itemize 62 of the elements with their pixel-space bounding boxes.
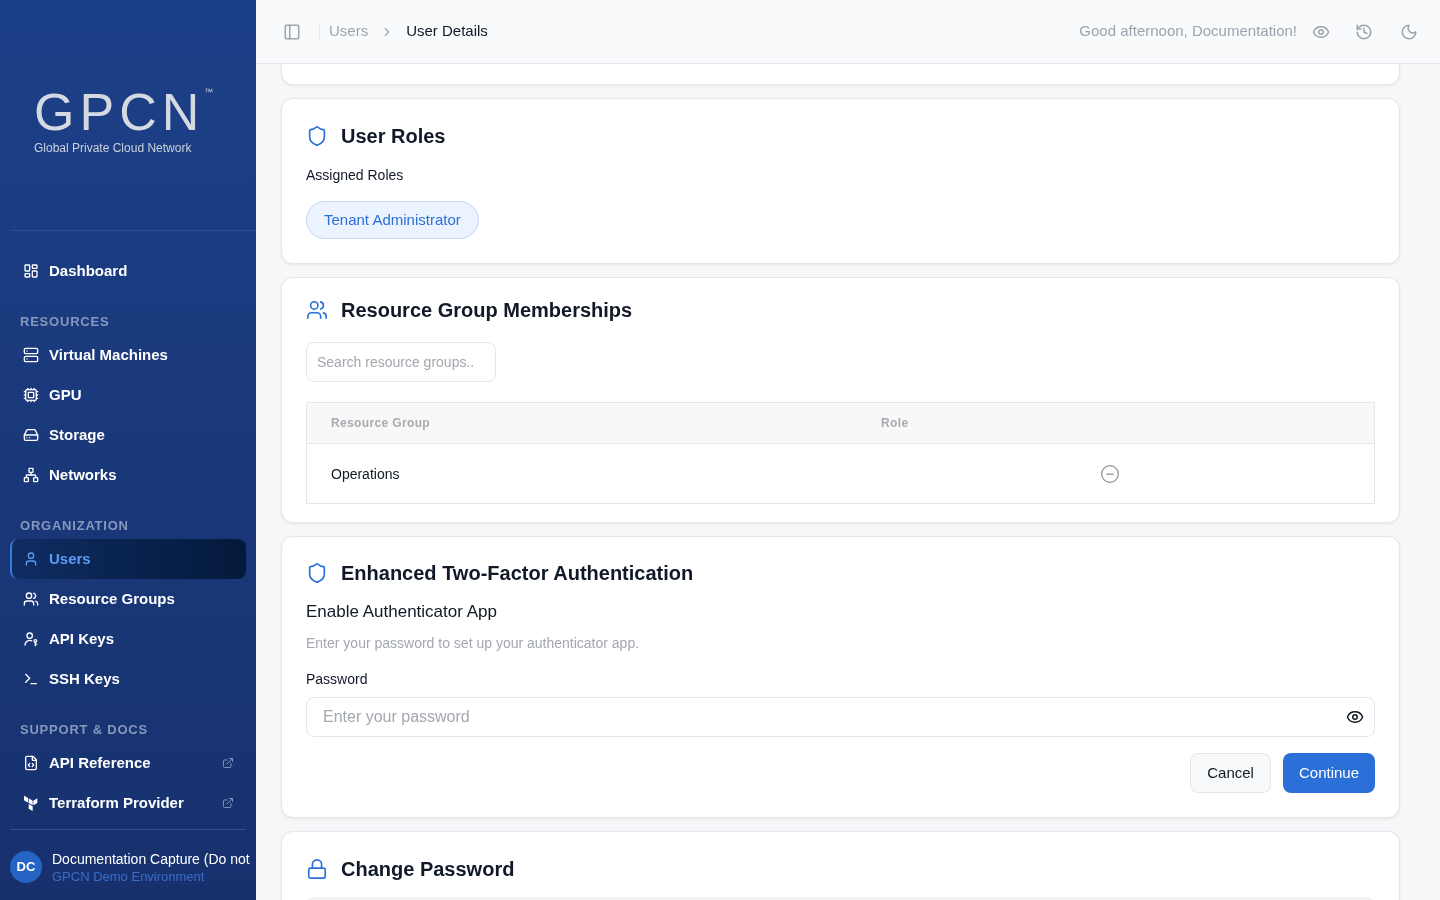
greeting-text: Good afternoon, Documentation! xyxy=(1079,21,1297,42)
user-key-icon xyxy=(23,631,39,647)
card-title: Resource Group Memberships xyxy=(341,298,633,322)
trademark-symbol: ™ xyxy=(204,88,214,97)
hard-drive-icon xyxy=(23,427,39,443)
remove-button[interactable] xyxy=(1100,463,1120,484)
sidebar-item[interactable]: Storage xyxy=(10,415,246,455)
history-icon xyxy=(1355,22,1373,41)
theme-toggle-button[interactable] xyxy=(1400,22,1418,41)
eye-icon xyxy=(1346,708,1364,726)
column-header: Role xyxy=(880,415,909,432)
users-icon xyxy=(306,299,328,321)
breadcrumb-current: User Details xyxy=(406,21,488,42)
sidebar-item[interactable]: Networks xyxy=(10,455,246,495)
terminal-icon xyxy=(23,671,39,687)
card-title: User Roles xyxy=(341,124,446,148)
sidebar-item[interactable]: Users xyxy=(10,539,246,579)
sidebar-item[interactable]: Terraform Provider xyxy=(10,783,246,823)
shield-icon xyxy=(306,562,328,584)
environment-name: GPCN Demo Environment xyxy=(52,869,206,885)
section-heading: ORGANIZATION xyxy=(19,517,130,535)
search-field[interactable]: Search resource groups.. xyxy=(306,342,496,382)
cancel-button[interactable]: Cancel xyxy=(1190,753,1271,793)
shield-icon xyxy=(306,125,328,147)
sidebar-item[interactable]: GPU xyxy=(10,375,246,415)
password-field[interactable]: Enter your password xyxy=(306,697,1375,737)
users-icon xyxy=(23,591,39,607)
sidebar-item[interactable]: SSH Keys xyxy=(10,659,246,699)
section-subtitle: Enable Authenticator App xyxy=(306,601,498,623)
user-icon xyxy=(23,551,39,567)
sidebar-item[interactable]: API Reference xyxy=(10,743,246,783)
field-label: Password xyxy=(306,670,369,689)
field-label: Assigned Roles xyxy=(306,166,405,185)
show-password-button[interactable] xyxy=(1346,708,1364,726)
sidebar-item[interactable]: Dashboard xyxy=(10,251,246,291)
network-icon xyxy=(23,467,39,483)
history-button[interactable] xyxy=(1355,22,1373,41)
sidebar-panel-icon xyxy=(283,22,301,41)
blocks-logo-icon xyxy=(23,795,39,811)
logo-tagline: Global Private Cloud Network xyxy=(34,140,193,156)
avatar[interactable]: DC xyxy=(10,851,42,883)
sidebar-item[interactable]: Resource Groups xyxy=(10,579,246,619)
column-header: Resource Group xyxy=(330,415,431,432)
continue-button[interactable]: Continue xyxy=(1282,753,1375,793)
logo-wordmark: GPCN xyxy=(34,86,205,138)
padlock-icon xyxy=(306,858,328,880)
section-heading: SUPPORT & DOCS xyxy=(19,721,149,739)
server-icon xyxy=(23,347,39,363)
card-title: Change Password xyxy=(341,857,515,881)
minus-circle-icon xyxy=(1100,463,1120,484)
section-heading: RESOURCES xyxy=(19,313,111,331)
sidebar-toggle-button[interactable] xyxy=(283,22,301,41)
sidebar-item[interactable]: Virtual Machines xyxy=(10,335,246,375)
sidebar-item[interactable]: API Keys xyxy=(10,619,246,659)
table-cell-text: Operations xyxy=(330,464,400,484)
file-code-icon xyxy=(23,755,39,771)
grid-icon xyxy=(23,263,39,279)
chip-icon xyxy=(23,387,39,403)
role-badge: Tenant Administrator xyxy=(306,201,479,239)
description-text: Enter your password to set up your authenticator app. xyxy=(306,634,641,653)
moon-icon xyxy=(1400,22,1418,41)
card-title: Enhanced Two-Factor Authentication xyxy=(341,561,694,585)
